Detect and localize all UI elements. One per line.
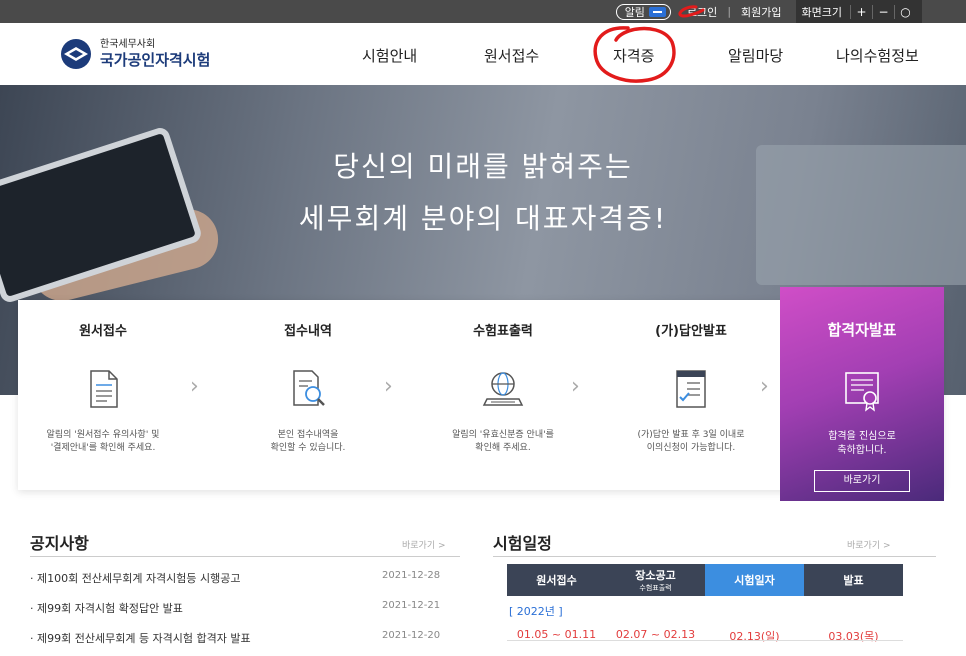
hero-headline-2: 세무회계 분야의 대표자격증! <box>298 202 668 235</box>
step-desc: 알림의 '원서접수 유의사항' 및 '결제안내'를 확인해 주세요. <box>18 429 188 455</box>
schedule-col-result: 발표 <box>804 564 903 596</box>
step-title: (가)답안발표 <box>655 324 727 339</box>
font-reset-button[interactable]: ○ <box>894 4 916 19</box>
pass-goto-button[interactable]: 바로가기 <box>814 470 910 492</box>
document-icon <box>90 370 118 408</box>
notice-item-title[interactable]: · 제99회 자격시험 확정답안 발표 <box>30 602 183 615</box>
schedule-more-link[interactable]: 바로가기 > <box>847 538 891 551</box>
separator: | <box>727 5 732 18</box>
step-desc-line: 확인해 주세요. <box>475 443 531 453</box>
col-label: 원서접수 <box>536 574 577 587</box>
chevron-right-icon: › <box>571 374 580 399</box>
nav-notice-board[interactable]: 알림마당 <box>728 45 783 66</box>
notice-item[interactable]: · 제99회 자격시험 확정답안 발표 2021-12-21 <box>30 600 460 616</box>
step-desc: 알림의 '유효신분증 안내'를 확인해 주세요. <box>418 429 588 455</box>
step-desc-line: (가)답안 발표 후 3일 이내로 <box>637 430 745 440</box>
pass-announcement-card: 합격자발표 합격을 진심으로 축하합니다. 바로가기 <box>780 287 944 501</box>
chevron-right-icon: › <box>190 374 199 399</box>
pass-title: 합격자발표 <box>827 321 897 339</box>
schedule-col-venue: 장소공고 수험표출력 <box>606 564 705 596</box>
step-desc: (가)답안 발표 후 3일 이내로 이의신청이 가능합니다. <box>606 429 776 455</box>
nav-certificate[interactable]: 자격증 <box>613 45 654 66</box>
step-desc: 본인 접수내역을 확인할 수 있습니다. <box>223 429 393 455</box>
org-name: 한국세무사회 <box>100 39 156 50</box>
pass-desc-line: 합격을 진심으로 <box>828 431 896 442</box>
logo-emblem-icon <box>61 39 91 69</box>
site-logo[interactable]: 한국세무사회 국가공인자격시험 <box>60 38 210 70</box>
notice-section: 공지사항 바로가기 > · 제100회 전산세무회계 자격시험등 시행공고 20… <box>30 530 460 645</box>
step-admission-ticket[interactable]: 수험표출력 알림의 '유효신분증 안내'를 확인해 주세요. <box>418 300 588 455</box>
site-header: 한국세무사회 국가공인자격시험 시험안내 원서접수 자격증 알림마당 나의수험정… <box>0 23 966 85</box>
site-name: 국가공인자격시험 <box>100 51 211 69</box>
step-receipt[interactable]: 접수내역 본인 접수내역을 확인할 수 있습니다. <box>223 300 393 455</box>
step-desc-line: 이의신청이 가능합니다. <box>646 443 736 453</box>
schedule-row: 01.05 ~ 01.11 02.07 ~ 02.13 02.13(일) 03.… <box>507 628 903 644</box>
pass-desc-line: 축하합니다. <box>837 445 887 456</box>
font-minus-button[interactable]: − <box>872 4 894 19</box>
schedule-section: 시험일정 바로가기 > 원서접수 장소공고 수험표출력 시험일자 발표 [ 20… <box>493 530 936 643</box>
nav-exam-info[interactable]: 시험안내 <box>362 45 417 66</box>
schedule-col-application: 원서접수 <box>507 564 606 596</box>
chevron-right-icon: › <box>760 374 769 399</box>
font-plus-button[interactable]: + <box>850 4 872 19</box>
notice-title: 공지사항 <box>30 534 89 553</box>
notice-item-date: 2021-12-21 <box>382 600 441 611</box>
top-utility-bar: 알림 로그인 | 회원가입 화면크기 + − ○ <box>0 0 966 23</box>
font-size-label: 화면크기 <box>801 5 842 19</box>
step-title: 접수내역 <box>284 324 332 339</box>
notice-item-title[interactable]: · 제100회 전산세무회계 자격시험등 시행공고 <box>30 572 241 585</box>
notice-more-link[interactable]: 바로가기 > <box>402 538 446 551</box>
schedule-cell: 01.05 ~ 01.11 <box>516 628 597 641</box>
schedule-col-exam-date: 시험일자 <box>705 564 804 596</box>
schedule-year: [ 2022년 ] <box>509 605 563 618</box>
step-title: 수험표출력 <box>473 324 533 339</box>
font-size-control: 화면크기 + − ○ <box>795 0 922 23</box>
notice-item[interactable]: · 제99회 전산세무회계 등 자격시험 합격자 발표 2021-12-20 <box>30 630 460 646</box>
col-label: 발표 <box>843 574 864 587</box>
step-application[interactable]: 원서접수 알림의 '원서접수 유의사항' 및 '결제안내'를 확인해 주세요. <box>18 300 188 455</box>
chevron-right-icon: › <box>384 374 393 399</box>
step-desc-line: 알림의 '유효신분증 안내'를 <box>452 430 554 440</box>
toggle-minus-icon <box>648 6 666 17</box>
schedule-cell: 02.07 ~ 02.13 <box>615 628 696 641</box>
utility-menu: 알림 로그인 | 회원가입 화면크기 + − ○ <box>615 0 922 23</box>
col-label: 시험일자 <box>734 574 775 587</box>
nav-my-exam-info[interactable]: 나의수험정보 <box>836 45 919 66</box>
divider <box>493 556 936 557</box>
alarm-toggle[interactable]: 알림 <box>615 3 671 20</box>
step-desc-line: '결제안내'를 확인해 주세요. <box>50 443 156 453</box>
col-sublabel: 수험표출력 <box>639 584 672 592</box>
notice-item-title[interactable]: · 제99회 전산세무회계 등 자격시험 합격자 발표 <box>30 632 251 645</box>
notice-item-date: 2021-12-28 <box>382 570 441 581</box>
globe-laptop-icon <box>482 372 524 406</box>
step-tentative-answers[interactable]: (가)답안발표 (가)답안 발표 후 3일 이내로 이의신청이 가능합니다. <box>606 300 776 455</box>
pass-desc: 합격을 진심으로 축하합니다. <box>780 430 944 458</box>
notice-item[interactable]: · 제100회 전산세무회계 자격시험등 시행공고 2021-12-28 <box>30 570 460 586</box>
hero-headline-1: 당신의 미래를 밝혀주는 <box>333 150 633 183</box>
schedule-cell: 03.03(목) <box>828 630 879 643</box>
col-label: 장소공고 <box>635 569 676 582</box>
alarm-label: 알림 <box>624 5 645 19</box>
checklist-icon <box>676 370 706 408</box>
step-desc-line: 확인할 수 있습니다. <box>270 443 346 453</box>
step-desc-line: 알림의 '원서접수 유의사항' 및 <box>46 430 160 440</box>
divider <box>507 640 903 641</box>
notice-item-date: 2021-12-20 <box>382 630 441 641</box>
step-title: 원서접수 <box>79 324 127 339</box>
nav-application[interactable]: 원서접수 <box>484 45 539 66</box>
schedule-cell: 02.13(일) <box>729 630 780 643</box>
search-document-icon <box>293 370 325 406</box>
join-link[interactable]: 회원가입 <box>741 4 781 20</box>
certificate-icon <box>845 372 879 412</box>
login-link[interactable]: 로그인 <box>687 4 717 20</box>
step-desc-line: 본인 접수내역을 <box>277 430 339 440</box>
divider <box>30 556 460 557</box>
schedule-header: 원서접수 장소공고 수험표출력 시험일자 발표 <box>507 564 903 596</box>
